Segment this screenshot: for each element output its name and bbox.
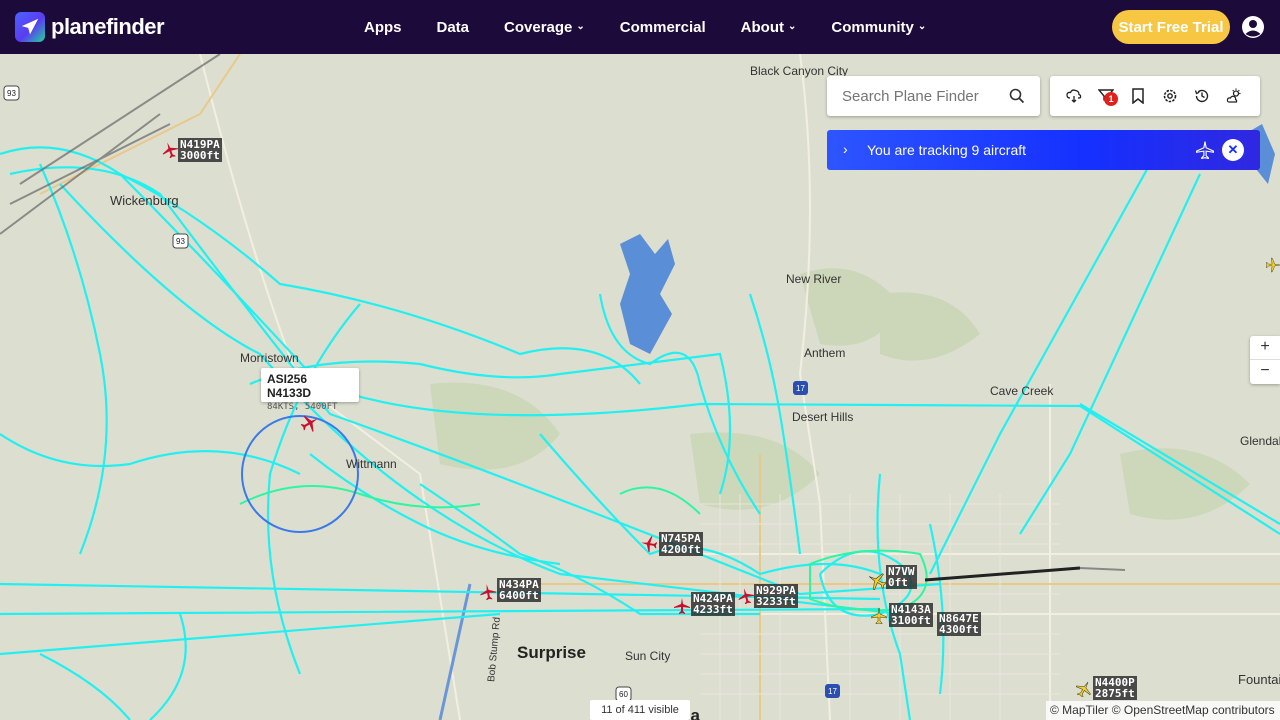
chevron-down-icon: ⌄ [576,20,585,32]
aircraft-icon[interactable] [871,608,887,624]
popup-detail: 84KTS, 5400FT [267,402,338,412]
visible-count: 11 of 411 visible [590,700,690,720]
svg-text:17: 17 [828,687,837,696]
aircraft-altitude: 4200ft [661,543,701,556]
place-fountain: Fountain [1238,672,1280,687]
aircraft-altitude: 3100ft [891,614,931,627]
aircraft-label[interactable]: N424PA 4233ft [691,592,735,616]
aircraft-altitude: 6400ft [499,589,539,602]
aircraft-altitude: 4300ft [939,623,979,636]
top-navigation-bar: planefinder Apps Data Coverage ⌄ Commerci… [0,0,1280,54]
nav-data-label: Data [436,18,470,36]
aircraft-icon[interactable] [480,584,496,600]
zoom-out-button[interactable]: − [1250,360,1280,384]
plane-icon [1196,141,1214,159]
search-icon[interactable] [1009,88,1025,104]
search-input[interactable] [827,76,1007,116]
chevron-down-icon: ⌄ [917,20,927,32]
place-sun-city: Sun City [625,649,671,663]
aircraft-label[interactable]: N434PA 6400ft [497,578,541,602]
map-attribution[interactable]: © MapTiler © OpenStreetMap contributors [1046,701,1280,720]
aircraft-altitude: 4233ft [693,603,733,616]
sun-cloud-icon[interactable] [1226,88,1242,104]
nav-about-label: About [740,18,784,36]
aircraft-icon[interactable] [674,598,690,614]
popup-title: ASI256 N4133D [267,372,312,400]
settings-icon[interactable] [1162,88,1178,104]
logo-plane-icon [15,12,45,42]
weather-icon[interactable] [1066,88,1082,104]
nav-apps[interactable]: Apps [364,19,402,36]
aircraft-label[interactable]: N929PA 3233ft [754,584,798,608]
place-anthem: Anthem [804,346,846,360]
place-new-river: New River [786,272,842,286]
tracking-text: You are tracking 9 aircraft [867,142,1027,158]
aircraft-icon[interactable] [641,536,657,552]
place-desert-hills: Desert Hills [792,410,854,424]
svg-text:60: 60 [619,690,628,699]
start-free-trial-button[interactable]: Start Free Trial [1112,10,1230,44]
search-box [827,76,1040,116]
aircraft-label[interactable]: N7VW 0ft [886,565,917,589]
nav-community[interactable]: Community ⌄ [831,19,926,36]
svg-text:93: 93 [176,237,185,246]
svg-text:93: 93 [7,89,16,98]
nav-apps-label: Apps [364,18,402,36]
place-wittmann: Wittmann [346,457,397,471]
aircraft-altitude: 3000ft [180,149,220,162]
aircraft-altitude: 3233ft [756,595,796,608]
nav-data[interactable]: Data [437,19,470,36]
main-nav: Apps Data Coverage ⌄ Commercial About ⌄ Co… [364,0,961,54]
nav-community-label: Community [831,18,914,36]
chevron-down-icon: ⌄ [787,20,797,32]
place-cave-creek: Cave Creek [990,384,1054,398]
place-morristown: Morristown [240,351,299,365]
aircraft-label[interactable]: N8647E 4300ft [937,612,981,636]
nav-coverage-label: Coverage [504,18,573,36]
nav-about[interactable]: About ⌄ [741,19,797,36]
map-toolbar [1050,76,1260,116]
chevron-right-icon[interactable]: › [843,141,848,157]
nav-coverage[interactable]: Coverage ⌄ [504,19,585,36]
bookmark-icon[interactable] [1130,88,1146,104]
aircraft-icon[interactable] [1266,257,1280,273]
aircraft-icon[interactable] [738,588,754,604]
filter-count-badge: 1 [1104,92,1118,106]
aircraft-icon[interactable] [162,142,178,158]
aircraft-altitude: 0ft [888,576,908,589]
aircraft-altitude: 2875ft [1095,687,1135,700]
logo-text: planefinder [51,14,165,39]
nav-commercial-label: Commercial [619,18,706,36]
aircraft-label[interactable]: N745PA 4200ft [659,532,703,556]
tracking-banner[interactable]: › You are tracking 9 aircraft ✕ [827,130,1260,170]
account-icon[interactable] [1241,15,1265,39]
nav-commercial[interactable]: Commercial [620,19,706,36]
aircraft-label[interactable]: N419PA 3000ft [178,138,222,162]
map-view[interactable]: 93 93 17 17 60 Black Canyon City Wickenb… [0,54,1280,720]
close-icon[interactable]: ✕ [1222,139,1244,161]
aircraft-icon[interactable] [868,572,886,590]
aircraft-label[interactable]: N4400P 2875ft [1093,676,1137,700]
aircraft-icon[interactable] [1076,681,1092,697]
zoom-control: + − [1250,336,1280,384]
place-glendale: Glendale [1240,434,1280,448]
zoom-in-button[interactable]: + [1250,336,1280,360]
place-surprise: Surprise [517,643,586,662]
svg-text:17: 17 [796,384,805,393]
aircraft-popup[interactable]: ASI256 N4133D 84KTS, 5400FT [261,368,359,412]
planefinder-logo[interactable]: planefinder [15,12,165,42]
history-icon[interactable] [1194,88,1210,104]
place-wickenburg: Wickenburg [110,193,179,208]
aircraft-label[interactable]: N4143A 3100ft [889,603,933,627]
selected-aircraft-icon[interactable] [301,414,319,432]
